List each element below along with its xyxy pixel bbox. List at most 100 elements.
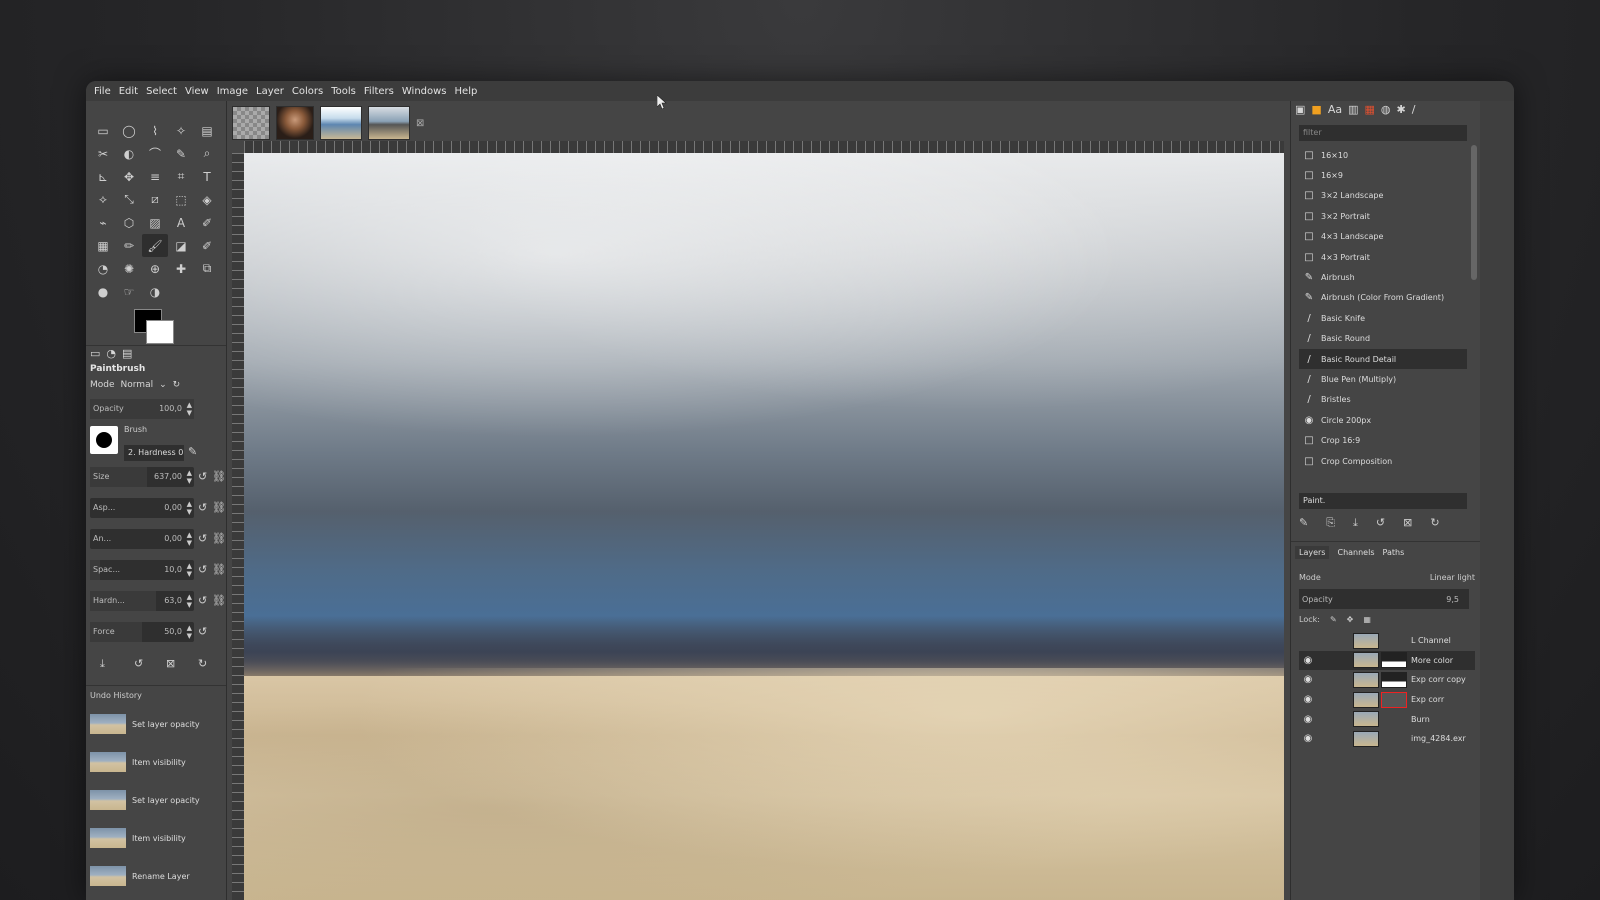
image-tab-portrait[interactable]: [276, 106, 314, 140]
spin-icon[interactable]: ▲ ▼: [187, 531, 192, 547]
reset-slider-icon[interactable]: ↺: [198, 501, 207, 514]
reset-slider-icon[interactable]: ↺: [198, 532, 207, 545]
spin-icon[interactable]: ▲ ▼: [187, 401, 192, 417]
reset-slider-icon[interactable]: ↺: [198, 594, 207, 607]
undo-item[interactable]: Rename Layer: [90, 857, 214, 895]
zoom-icon[interactable]: ⌕: [194, 142, 220, 165]
edit-brush-icon[interactable]: ✎: [188, 445, 197, 458]
brush-list-item[interactable]: □ Crop 16:9: [1299, 430, 1467, 450]
layer-row[interactable]: ◉ Burn: [1299, 709, 1475, 729]
paths-icon[interactable]: ⌒: [142, 142, 168, 165]
smudge-icon[interactable]: ☞: [116, 280, 142, 303]
layer-mode-dropdown[interactable]: Linear light: [1430, 573, 1475, 582]
reset-icon[interactable]: ↻: [173, 380, 181, 390]
gradients-tab-icon[interactable]: ▥: [1348, 103, 1358, 116]
layer-row[interactable]: ◉ Exp corr copy: [1299, 670, 1475, 690]
eye-icon[interactable]: ◉: [1299, 733, 1317, 744]
edit-brush-icon[interactable]: ✎: [1299, 516, 1308, 530]
device-status-tab-icon[interactable]: ◔: [106, 347, 116, 360]
brush-slider[interactable]: Size 637,00 ▲ ▼: [90, 467, 194, 487]
dodge-burn-icon[interactable]: ◑: [142, 280, 168, 303]
eye-icon[interactable]: ◉: [1299, 694, 1317, 705]
brush-list-item[interactable]: □ 3×2 Portrait: [1299, 206, 1467, 226]
brush-list-item[interactable]: ✎ Airbrush: [1299, 267, 1467, 287]
delete-options-icon[interactable]: ⊠: [166, 657, 175, 670]
brush-slider[interactable]: An... 0,00 ▲ ▼: [90, 529, 194, 549]
brushes-tab-icon[interactable]: ▣: [1295, 103, 1305, 116]
refresh-icon[interactable]: ↺: [1376, 516, 1385, 530]
lock-alpha-icon[interactable]: ▦: [1363, 615, 1371, 624]
chevron-down-icon[interactable]: ⌄: [159, 380, 167, 390]
lock-position-icon[interactable]: ✥: [1347, 615, 1354, 624]
brush-list-item[interactable]: / Basic Knife: [1299, 308, 1467, 328]
undo-item[interactable]: Set layer opacity: [90, 705, 214, 743]
align-icon[interactable]: ≡: [142, 165, 168, 188]
layer-opacity-slider[interactable]: Opacity 9,5: [1299, 589, 1469, 609]
palettes-tab-icon[interactable]: ▦: [1364, 103, 1374, 116]
brush-list-item[interactable]: □ 16×9: [1299, 165, 1467, 185]
menu-layer[interactable]: Layer: [252, 86, 288, 97]
image-canvas[interactable]: [244, 153, 1284, 900]
fuzzy-select-icon[interactable]: ✧: [168, 119, 194, 142]
menu-file[interactable]: File: [90, 86, 115, 97]
menu-image[interactable]: Image: [213, 86, 252, 97]
ink-icon[interactable]: ◔: [90, 257, 116, 280]
undo-item[interactable]: Item visibility: [90, 819, 214, 857]
paintbrush-icon[interactable]: 🖌: [142, 234, 168, 257]
brush-filter-input[interactable]: filter: [1299, 125, 1467, 141]
airbrush-icon[interactable]: ✐: [194, 234, 220, 257]
link-icon[interactable]: ⛓: [212, 594, 226, 607]
reload-brushes-icon[interactable]: ↻: [1430, 516, 1439, 530]
menu-help[interactable]: Help: [451, 86, 482, 97]
close-tab-icon[interactable]: ⊠: [416, 118, 424, 129]
brush-slider[interactable]: Spac... 10,0 ▲ ▼: [90, 560, 194, 580]
heal-icon[interactable]: ✚: [168, 257, 194, 280]
save-options-icon[interactable]: ⤓: [100, 657, 105, 671]
eraser-icon[interactable]: ◪: [168, 234, 194, 257]
delete-brush-icon[interactable]: ⊠: [1403, 516, 1412, 530]
link-icon[interactable]: ⛓: [212, 501, 226, 514]
layer-mask-thumbnail[interactable]: [1381, 671, 1407, 688]
paintbrush-alt-icon[interactable]: ✐: [194, 211, 220, 234]
dynamics-tab-icon[interactable]: ◍: [1381, 103, 1391, 116]
tab-layers[interactable]: Layers: [1295, 546, 1330, 559]
paint-dynamics-select[interactable]: Paint.: [1299, 493, 1467, 509]
tab-paths[interactable]: Paths: [1383, 548, 1405, 557]
brush-slider[interactable]: Hardn... 63,0 ▲ ▼: [90, 591, 194, 611]
pencil-icon[interactable]: ✏: [116, 234, 142, 257]
scissors-select-icon[interactable]: ✂: [90, 142, 116, 165]
measure-icon[interactable]: ⊾: [90, 165, 116, 188]
spin-icon[interactable]: ▲ ▼: [187, 500, 192, 516]
3d-transform-icon[interactable]: ◈: [194, 188, 220, 211]
brush-list-item[interactable]: □ 3×2 Landscape: [1299, 186, 1467, 206]
duplicate-brush-icon[interactable]: ⤓: [1353, 516, 1358, 530]
mypaint-brush-icon[interactable]: ✺: [116, 257, 142, 280]
shear-icon[interactable]: ⧄: [142, 188, 168, 211]
layer-row[interactable]: ◉ Exp corr: [1299, 690, 1475, 710]
layer-row[interactable]: ◉ img_4284.exr: [1299, 729, 1475, 749]
bucket-fill-icon[interactable]: ▨: [142, 211, 168, 234]
fonts-tab-icon[interactable]: Aa: [1328, 103, 1342, 116]
restore-options-icon[interactable]: ↺: [134, 657, 143, 670]
layer-row[interactable]: L Channel: [1299, 631, 1475, 651]
new-brush-icon[interactable]: ⎘: [1326, 516, 1335, 530]
brush-list-item[interactable]: ◉ Circle 200px: [1299, 410, 1467, 430]
brush-list-item[interactable]: □ Crop Composition: [1299, 451, 1467, 471]
by-color-select-icon[interactable]: ▤: [194, 119, 220, 142]
blur-icon[interactable]: ●: [90, 280, 116, 303]
tool-options-tab-icon[interactable]: ▭: [90, 347, 100, 360]
link-icon[interactable]: ⛓: [212, 532, 226, 545]
text-transform-icon[interactable]: T: [194, 165, 220, 188]
crop-icon[interactable]: ⌗: [168, 165, 194, 188]
reset-slider-icon[interactable]: ↺: [198, 563, 207, 576]
foreground-select-icon[interactable]: ◐: [116, 142, 142, 165]
undo-item[interactable]: Set layer opacity: [90, 781, 214, 819]
lock-pixels-icon[interactable]: ✎: [1330, 615, 1337, 624]
spin-icon[interactable]: ▲ ▼: [187, 469, 192, 485]
menu-edit[interactable]: Edit: [115, 86, 142, 97]
free-select-icon[interactable]: ⌇: [142, 119, 168, 142]
menu-windows[interactable]: Windows: [398, 86, 451, 97]
brush-list-item[interactable]: / Basic Round: [1299, 329, 1467, 349]
brush-slider[interactable]: Asp... 0,00 ▲ ▼: [90, 498, 194, 518]
rect-select-icon[interactable]: ▭: [90, 119, 116, 142]
